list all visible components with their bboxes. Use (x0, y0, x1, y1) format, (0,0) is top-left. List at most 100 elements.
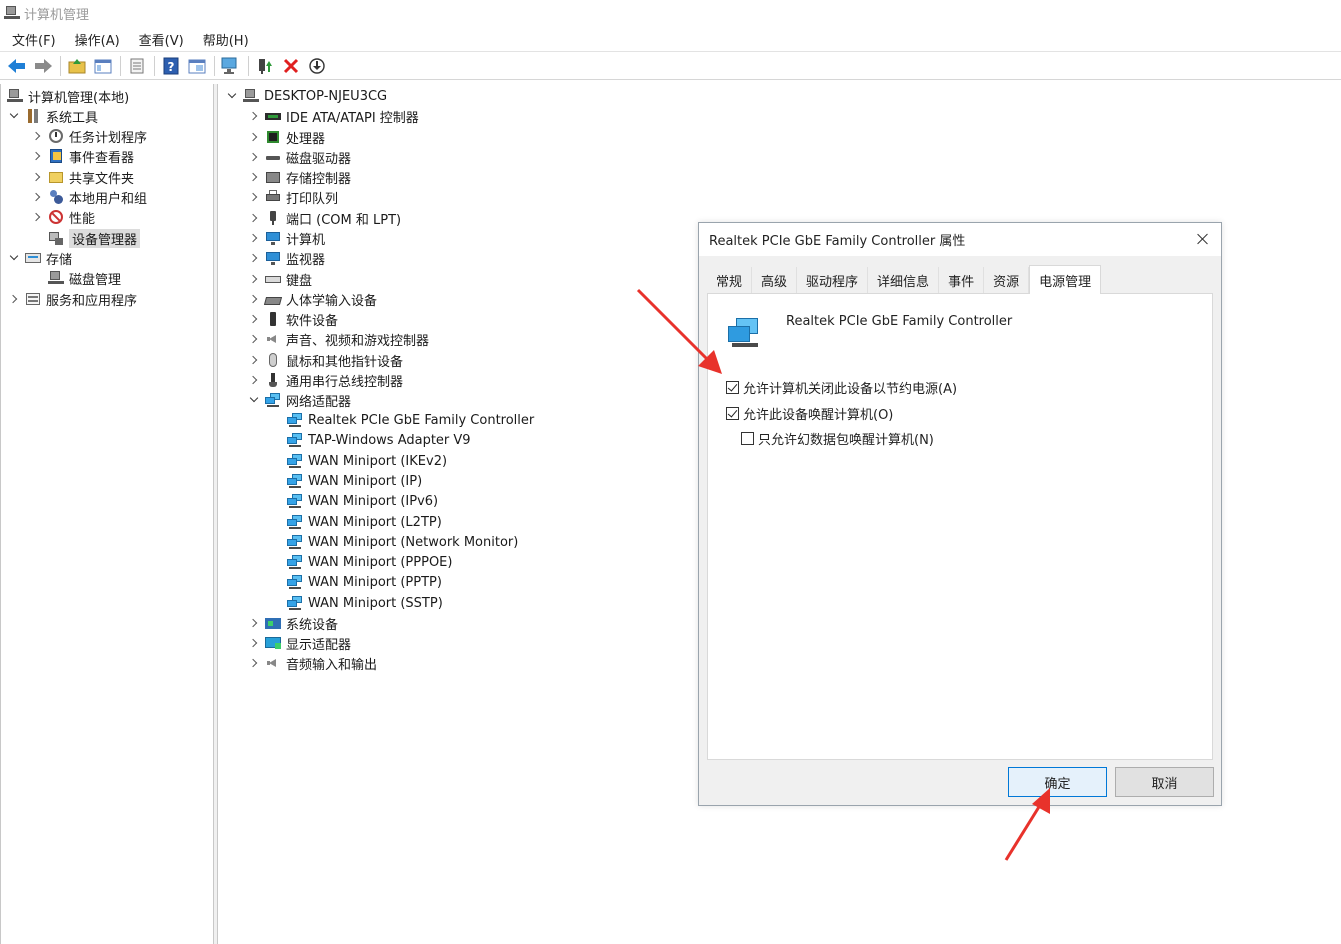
tab-events[interactable]: 事件 (939, 267, 985, 293)
tree-item-computer-management[interactable]: 计算机管理(本地) (7, 86, 129, 106)
tab-driver[interactable]: 驱动程序 (797, 267, 869, 293)
chevron-right-icon[interactable] (249, 658, 259, 668)
tree-item-task-scheduler[interactable]: 任务计划程序 (32, 126, 147, 146)
network-adapter-item[interactable]: Realtek PCIe GbE Family Controller (287, 410, 534, 430)
allow-power-off-checkbox[interactable] (726, 381, 739, 394)
menu-help[interactable]: 帮助(H) (203, 30, 249, 49)
device-category-processor[interactable]: 处理器 (249, 127, 325, 147)
tree-item-device-manager[interactable]: 设备管理器 (32, 228, 141, 248)
device-category-ports[interactable]: 端口 (COM 和 LPT) (249, 208, 401, 228)
device-category-software-devices[interactable]: 软件设备 (249, 309, 338, 329)
network-adapter-item[interactable]: WAN Miniport (IPv6) (287, 491, 438, 511)
up-folder-icon[interactable] (66, 55, 88, 77)
network-adapter-item[interactable]: WAN Miniport (PPPOE) (287, 552, 452, 572)
chevron-down-icon[interactable] (9, 111, 19, 121)
forward-arrow-icon[interactable] (32, 55, 54, 77)
network-adapter-item[interactable]: WAN Miniport (IKEv2) (287, 451, 447, 471)
device-category-computer[interactable]: 计算机 (249, 228, 325, 248)
network-adapter-item[interactable]: WAN Miniport (IP) (287, 471, 422, 491)
network-adapter-item[interactable]: TAP-Windows Adapter V9 (287, 430, 471, 450)
device-category-hid[interactable]: 人体学输入设备 (249, 289, 377, 309)
network-adapter-item[interactable]: WAN Miniport (PPTP) (287, 572, 442, 592)
chevron-down-icon[interactable] (249, 395, 259, 405)
ok-button[interactable]: 确定 (1008, 767, 1107, 797)
chevron-right-icon[interactable] (249, 314, 259, 324)
menu-view[interactable]: 查看(V) (139, 30, 184, 49)
chevron-right-icon[interactable] (249, 132, 259, 142)
chevron-down-icon[interactable] (227, 91, 237, 101)
tab-advanced[interactable]: 高级 (752, 267, 798, 293)
chevron-right-icon[interactable] (249, 375, 259, 385)
tree-item-system-tools[interactable]: 系统工具 (9, 106, 98, 126)
device-category-mice[interactable]: 鼠标和其他指针设备 (249, 350, 403, 370)
chevron-right-icon[interactable] (249, 111, 259, 121)
pane-splitter[interactable] (214, 84, 218, 944)
chevron-right-icon[interactable] (9, 294, 19, 304)
chevron-right-icon[interactable] (249, 274, 259, 284)
device-category-audio-io[interactable]: 音频输入和输出 (249, 653, 377, 673)
properties-icon[interactable] (126, 55, 148, 77)
download-icon[interactable] (306, 55, 328, 77)
network-adapter-item[interactable]: WAN Miniport (SSTP) (287, 593, 443, 613)
tab-general[interactable]: 常规 (707, 267, 753, 293)
magic-packet-option[interactable]: 只允许幻数据包唤醒计算机(N) (741, 429, 934, 448)
network-adapter-item[interactable]: WAN Miniport (Network Monitor) (287, 532, 518, 552)
chevron-right-icon[interactable] (249, 213, 259, 223)
tree-item-disk-management[interactable]: 磁盘管理 (32, 268, 121, 288)
device-category-keyboards[interactable]: 键盘 (249, 269, 312, 289)
tree-item-shared-folders[interactable]: 共享文件夹 (32, 167, 134, 187)
device-tree-root[interactable]: DESKTOP-NJEU3CG (227, 86, 387, 106)
chevron-right-icon[interactable] (249, 638, 259, 648)
magic-packet-checkbox[interactable] (741, 432, 754, 445)
back-arrow-icon[interactable] (6, 55, 28, 77)
chevron-right-icon[interactable] (32, 131, 42, 141)
device-category-sound[interactable]: 声音、视频和游戏控制器 (249, 329, 429, 349)
device-category-monitors[interactable]: 监视器 (249, 248, 325, 268)
chevron-right-icon[interactable] (249, 355, 259, 365)
tree-item-event-viewer[interactable]: 事件查看器 (32, 146, 134, 166)
chevron-right-icon[interactable] (249, 233, 259, 243)
device-category-network-adapters[interactable]: 网络适配器 (249, 390, 351, 410)
menu-file[interactable]: 文件(F) (12, 30, 56, 49)
menu-action[interactable]: 操作(A) (75, 30, 120, 49)
close-icon[interactable] (1195, 231, 1211, 247)
network-adapter-item[interactable]: WAN Miniport (L2TP) (287, 512, 442, 532)
tree-item-storage[interactable]: 存储 (9, 248, 72, 268)
uninstall-icon[interactable] (280, 55, 302, 77)
tree-label: 处理器 (286, 131, 326, 147)
allow-wake-option[interactable]: 允许此设备唤醒计算机(O) (726, 404, 893, 423)
device-category-system-devices[interactable]: 系统设备 (249, 613, 338, 633)
show-hide-tree-icon[interactable] (92, 55, 114, 77)
chevron-right-icon[interactable] (249, 192, 259, 202)
cancel-button[interactable]: 取消 (1115, 767, 1214, 797)
device-category-display-adapters[interactable]: 显示适配器 (249, 633, 351, 653)
chevron-right-icon[interactable] (249, 618, 259, 628)
tab-resources[interactable]: 资源 (984, 267, 1030, 293)
chevron-right-icon[interactable] (32, 172, 42, 182)
device-category-usb[interactable]: 通用串行总线控制器 (249, 370, 403, 390)
chevron-right-icon[interactable] (249, 253, 259, 263)
chevron-right-icon[interactable] (249, 334, 259, 344)
tab-power-management[interactable]: 电源管理 (1029, 265, 1102, 294)
device-category-ide[interactable]: IDE ATA/ATAPI 控制器 (249, 106, 419, 126)
allow-power-off-option[interactable]: 允许计算机关闭此设备以节约电源(A) (726, 378, 957, 397)
help-icon[interactable]: ? (160, 55, 182, 77)
view-icon[interactable] (186, 55, 208, 77)
chevron-right-icon[interactable] (249, 294, 259, 304)
chevron-right-icon[interactable] (32, 212, 42, 222)
chevron-right-icon[interactable] (249, 172, 259, 182)
device-category-print-queues[interactable]: 打印队列 (249, 187, 338, 207)
tab-details[interactable]: 详细信息 (868, 267, 940, 293)
chevron-right-icon[interactable] (32, 151, 42, 161)
device-category-storage-controllers[interactable]: 存储控制器 (249, 167, 351, 187)
allow-wake-checkbox[interactable] (726, 407, 739, 420)
monitor-icon[interactable] (220, 55, 242, 77)
chevron-down-icon[interactable] (9, 253, 19, 263)
chevron-right-icon[interactable] (249, 152, 259, 162)
chevron-right-icon[interactable] (32, 192, 42, 202)
device-category-disk-drives[interactable]: 磁盘驱动器 (249, 147, 351, 167)
update-driver-icon[interactable] (254, 55, 276, 77)
tree-item-performance[interactable]: 性能 (32, 207, 95, 227)
tree-item-local-users[interactable]: 本地用户和组 (32, 187, 147, 207)
tree-item-services-apps[interactable]: 服务和应用程序 (9, 289, 137, 309)
